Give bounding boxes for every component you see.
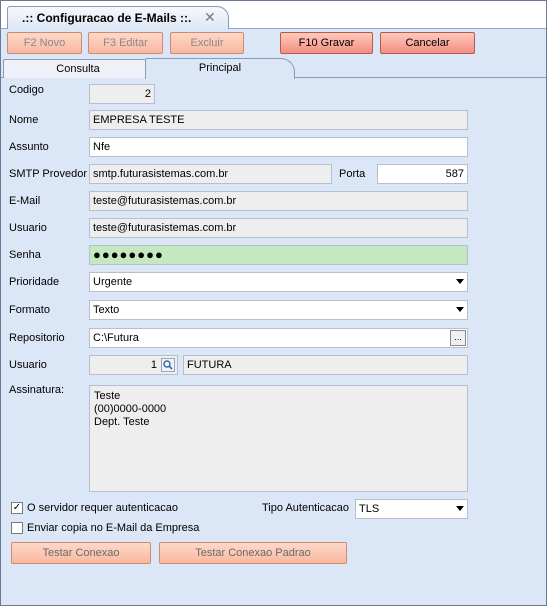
- testar-conexao-padrao-button[interactable]: Testar Conexao Padrao: [159, 542, 347, 564]
- repositorio-value: C:\Futura: [93, 332, 139, 344]
- auth-required-checkbox[interactable]: ✓: [11, 502, 23, 514]
- email-label: E-Mail: [9, 195, 41, 207]
- assunto-label: Assunto: [9, 141, 49, 153]
- tipo-auth-select[interactable]: TLS: [355, 499, 468, 519]
- usuario-label: Usuario: [9, 222, 47, 234]
- formato-select[interactable]: Texto: [89, 300, 468, 320]
- window: .:: Configuracao de E-Mails ::. ✕ F2 Nov…: [0, 0, 547, 606]
- close-icon[interactable]: ✕: [204, 9, 216, 26]
- email-field[interactable]: teste@futurasistemas.com.br: [89, 191, 468, 211]
- title-bar: .:: Configuracao de E-Mails ::. ✕: [1, 1, 546, 29]
- testar-conexao-button[interactable]: Testar Conexao: [11, 542, 151, 564]
- porta-label: Porta: [339, 168, 366, 180]
- copia-checkbox[interactable]: [11, 522, 23, 534]
- document-tab[interactable]: .:: Configuracao de E-Mails ::. ✕: [7, 6, 229, 29]
- codigo-label: Codigo: [9, 84, 44, 96]
- usuario-lookup-label: Usuario: [9, 359, 47, 371]
- tab-consulta[interactable]: Consulta: [3, 59, 153, 78]
- prioridade-select[interactable]: Urgente: [89, 272, 468, 292]
- browse-button[interactable]: ...: [450, 330, 466, 346]
- usuario-code-value: 1: [150, 359, 157, 371]
- repositorio-label: Repositorio: [9, 332, 65, 344]
- novo-button[interactable]: F2 Novo: [7, 32, 82, 54]
- editar-button[interactable]: F3 Editar: [88, 32, 163, 54]
- auth-required-label: O servidor requer autenticacao: [27, 502, 179, 514]
- dropdown-arrow-icon[interactable]: [456, 506, 464, 511]
- nome-label: Nome: [9, 114, 39, 126]
- codigo-field: 2: [89, 84, 155, 104]
- usuario-field[interactable]: teste@futurasistemas.com.br: [89, 218, 468, 238]
- magnifier-icon[interactable]: [161, 358, 175, 372]
- nome-field[interactable]: EMPRESA TESTE: [89, 110, 468, 130]
- tab-strip: Consulta Principal: [1, 57, 546, 79]
- copia-label: Enviar copia no E-Mail da Empresa: [27, 522, 200, 534]
- excluir-button[interactable]: Excluir: [170, 32, 244, 54]
- assinatura-label: Assinatura:: [9, 384, 65, 396]
- senha-field[interactable]: ●●●●●●●●: [89, 245, 468, 265]
- dropdown-arrow-icon[interactable]: [456, 279, 464, 284]
- tipo-auth-label: Tipo Autenticacao: [262, 502, 350, 514]
- principal-panel: Codigo 2 Nome EMPRESA TESTE Assunto Nfe …: [1, 78, 546, 605]
- porta-field[interactable]: 587: [377, 164, 468, 184]
- usuario-name-field: FUTURA: [183, 355, 468, 375]
- tab-principal[interactable]: Principal: [145, 58, 295, 79]
- gravar-button[interactable]: F10 Gravar: [280, 32, 373, 54]
- cancelar-button[interactable]: Cancelar: [380, 32, 475, 54]
- prioridade-label: Prioridade: [9, 276, 60, 288]
- repositorio-field[interactable]: C:\Futura ...: [89, 328, 468, 348]
- senha-label: Senha: [9, 249, 41, 261]
- prioridade-value: Urgente: [93, 276, 133, 288]
- dropdown-arrow-icon[interactable]: [456, 307, 464, 312]
- formato-value: Texto: [93, 304, 120, 316]
- formato-label: Formato: [9, 304, 50, 316]
- usuario-code-field[interactable]: 1: [89, 355, 178, 375]
- toolbar: F2 Novo F3 Editar Excluir F10 Gravar Can…: [1, 29, 546, 57]
- document-tab-title: .:: Configuracao de E-Mails ::.: [22, 11, 192, 25]
- smtp-label: SMTP Provedor: [9, 168, 88, 180]
- tipo-auth-value: TLS: [359, 503, 380, 515]
- assunto-field[interactable]: Nfe: [89, 137, 468, 157]
- smtp-field[interactable]: smtp.futurasistemas.com.br: [89, 164, 332, 184]
- assinatura-textarea[interactable]: Teste (00)0000-0000 Dept. Teste: [89, 385, 468, 492]
